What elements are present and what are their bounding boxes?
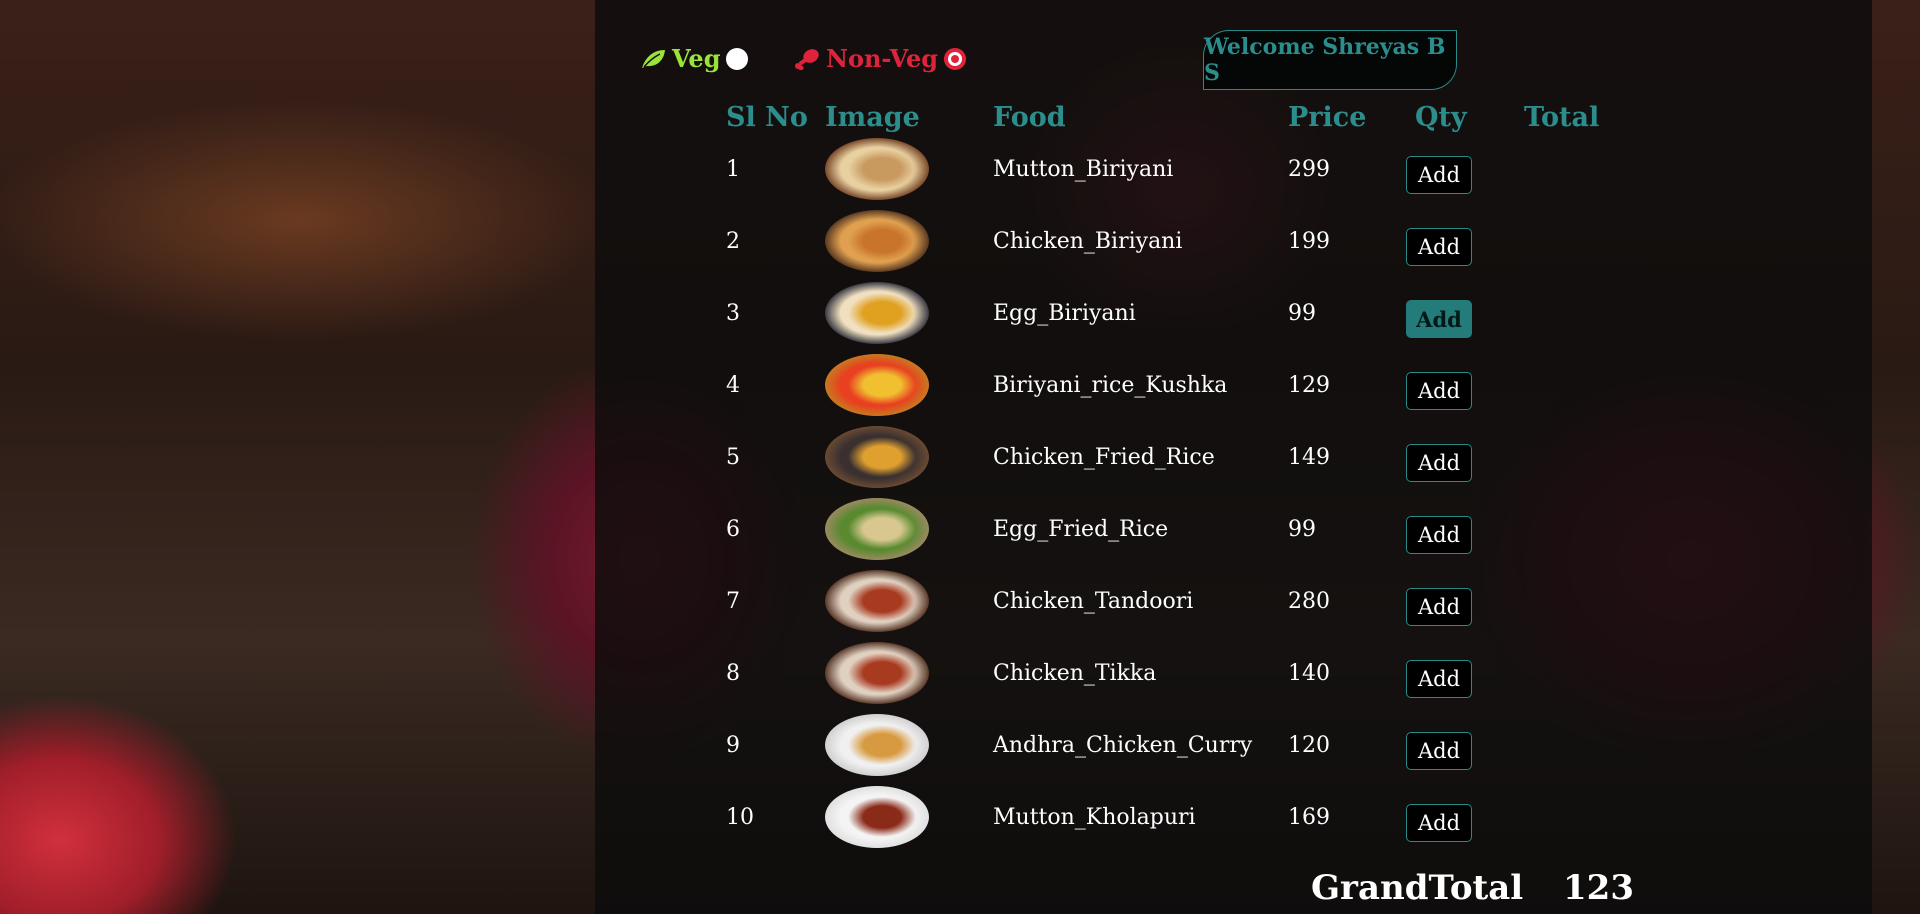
food-name: Andhra_Chicken_Curry bbox=[993, 733, 1253, 758]
row-sl-no: 10 bbox=[726, 805, 754, 830]
table-row: 6 Egg_Fried_Rice 99 Add bbox=[0, 495, 1920, 567]
header-image: Image bbox=[825, 102, 920, 133]
food-image bbox=[825, 714, 929, 776]
food-name: Mutton_Kholapuri bbox=[993, 805, 1196, 830]
add-button[interactable]: Add bbox=[1406, 588, 1472, 626]
food-image bbox=[825, 786, 929, 848]
table-row: 5 Chicken_Fried_Rice 149 Add bbox=[0, 423, 1920, 495]
food-image bbox=[825, 282, 929, 344]
row-sl-no: 8 bbox=[726, 661, 740, 686]
table-row: 10 Mutton_Kholapuri 169 Add bbox=[0, 783, 1920, 855]
add-button[interactable]: Add bbox=[1406, 300, 1472, 338]
add-button[interactable]: Add bbox=[1406, 732, 1472, 770]
table-row: 1 Mutton_Biriyani 299 Add bbox=[0, 135, 1920, 207]
nonveg-filter[interactable]: Non-Veg bbox=[794, 44, 967, 73]
veg-label: Veg bbox=[672, 44, 721, 73]
row-sl-no: 3 bbox=[726, 301, 740, 326]
food-price: 169 bbox=[1288, 805, 1330, 830]
food-image bbox=[825, 210, 929, 272]
food-price: 140 bbox=[1288, 661, 1330, 686]
add-button[interactable]: Add bbox=[1406, 804, 1472, 842]
food-name: Egg_Fried_Rice bbox=[993, 517, 1169, 542]
nonveg-radio[interactable] bbox=[944, 47, 967, 70]
food-price: 299 bbox=[1288, 157, 1330, 182]
header-qty: Qty bbox=[1415, 102, 1467, 133]
table-row: 4 Biriyani_rice_Kushka 129 Add bbox=[0, 351, 1920, 423]
welcome-badge: Welcome Shreyas B S bbox=[1203, 30, 1457, 90]
table-row: 3 Egg_Biriyani 99 Add bbox=[0, 279, 1920, 351]
food-price: 99 bbox=[1288, 517, 1316, 542]
food-name: Chicken_Tikka bbox=[993, 661, 1157, 686]
row-sl-no: 1 bbox=[726, 157, 740, 182]
table-row: 8 Chicken_Tikka 140 Add bbox=[0, 639, 1920, 711]
food-name: Chicken_Biriyani bbox=[993, 229, 1183, 254]
food-name: Biriyani_rice_Kushka bbox=[993, 373, 1228, 398]
food-price: 280 bbox=[1288, 589, 1330, 614]
header-total: Total bbox=[1524, 102, 1600, 133]
food-price: 129 bbox=[1288, 373, 1330, 398]
food-image bbox=[825, 426, 929, 488]
food-price: 120 bbox=[1288, 733, 1330, 758]
row-sl-no: 6 bbox=[726, 517, 740, 542]
add-button[interactable]: Add bbox=[1406, 372, 1472, 410]
add-button[interactable]: Add bbox=[1406, 516, 1472, 554]
food-price: 149 bbox=[1288, 445, 1330, 470]
food-name: Mutton_Biriyani bbox=[993, 157, 1174, 182]
row-sl-no: 4 bbox=[726, 373, 740, 398]
row-sl-no: 7 bbox=[726, 589, 740, 614]
row-sl-no: 2 bbox=[726, 229, 740, 254]
table-row: 7 Chicken_Tandoori 280 Add bbox=[0, 567, 1920, 639]
add-button[interactable]: Add bbox=[1406, 228, 1472, 266]
food-name: Chicken_Tandoori bbox=[993, 589, 1194, 614]
header-sl-no: Sl No bbox=[726, 102, 808, 133]
veg-filter[interactable]: Veg bbox=[640, 44, 749, 73]
grand-total-value: 123 bbox=[1563, 868, 1634, 908]
food-price: 199 bbox=[1288, 229, 1330, 254]
drumstick-icon bbox=[795, 48, 819, 70]
add-button[interactable]: Add bbox=[1406, 444, 1472, 482]
add-button[interactable]: Add bbox=[1406, 660, 1472, 698]
veg-radio[interactable] bbox=[726, 47, 749, 70]
grand-total-label: GrandTotal bbox=[1311, 868, 1524, 908]
food-name: Egg_Biriyani bbox=[993, 301, 1136, 326]
add-button[interactable]: Add bbox=[1406, 156, 1472, 194]
row-sl-no: 5 bbox=[726, 445, 740, 470]
food-image bbox=[825, 354, 929, 416]
leaf-icon bbox=[642, 49, 665, 68]
table-row: 2 Chicken_Biriyani 199 Add bbox=[0, 207, 1920, 279]
header-price: Price bbox=[1288, 102, 1367, 133]
row-sl-no: 9 bbox=[726, 733, 740, 758]
table-row: 9 Andhra_Chicken_Curry 120 Add bbox=[0, 711, 1920, 783]
food-name: Chicken_Fried_Rice bbox=[993, 445, 1215, 470]
nonveg-label: Non-Veg bbox=[826, 44, 939, 73]
food-image bbox=[825, 570, 929, 632]
food-image bbox=[825, 498, 929, 560]
food-price: 99 bbox=[1288, 301, 1316, 326]
food-image bbox=[825, 138, 929, 200]
header-food: Food bbox=[993, 102, 1066, 133]
food-image bbox=[825, 642, 929, 704]
